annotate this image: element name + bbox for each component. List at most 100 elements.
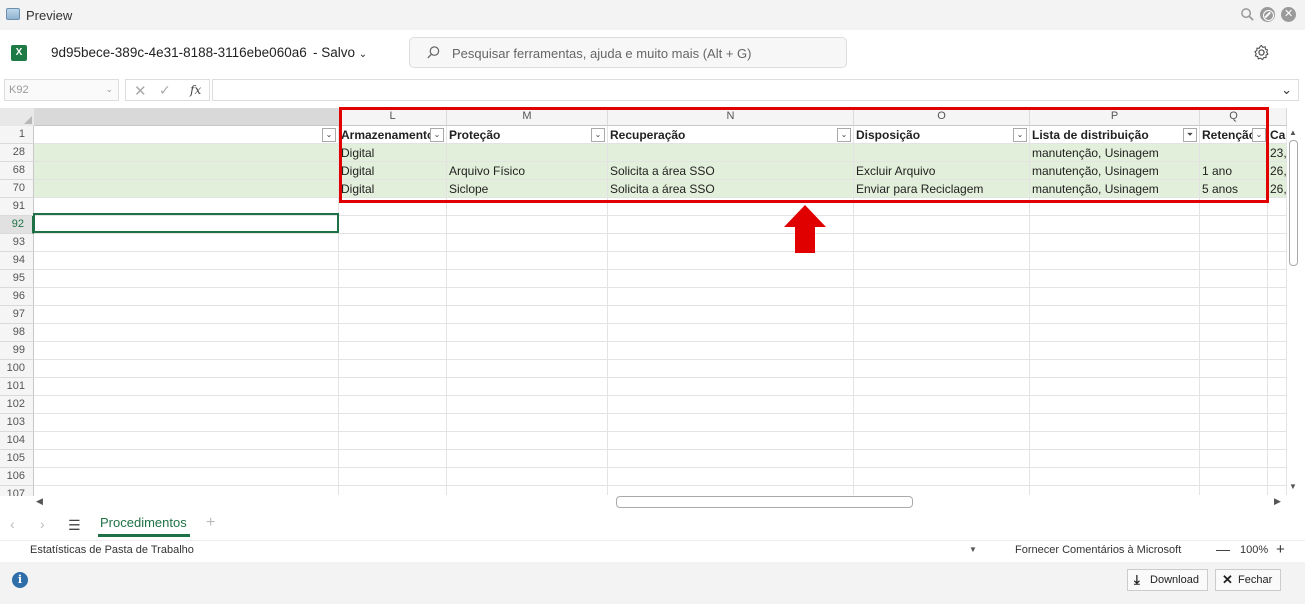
download-button[interactable]: ⤓ Download [1127, 569, 1208, 591]
table-cell[interactable] [1200, 252, 1268, 270]
feedback-link[interactable]: Fornecer Comentários à Microsoft [1015, 544, 1181, 556]
row-header[interactable]: 104 [0, 432, 34, 450]
table-cell[interactable] [447, 234, 608, 252]
prev-sheet-chevron-icon[interactable]: ‹ [10, 516, 15, 532]
table-cell[interactable] [854, 432, 1030, 450]
row-header[interactable]: 106 [0, 468, 34, 486]
add-sheet-plus-icon[interactable]: + [206, 514, 215, 532]
table-cell[interactable] [1030, 234, 1200, 252]
table-cell[interactable] [447, 342, 608, 360]
table-cell[interactable] [1200, 216, 1268, 234]
table-cell[interactable] [1030, 288, 1200, 306]
table-cell[interactable] [447, 414, 608, 432]
window-block-icon[interactable] [1260, 7, 1275, 22]
row-header[interactable]: 105 [0, 450, 34, 468]
table-cell[interactable] [1200, 306, 1268, 324]
table-cell[interactable] [854, 378, 1030, 396]
row-header[interactable]: 95 [0, 270, 34, 288]
column-header-hidden[interactable] [34, 108, 339, 126]
table-cell[interactable] [1268, 270, 1287, 288]
zoom-out-icon[interactable]: — [1216, 541, 1230, 557]
table-cell[interactable] [447, 306, 608, 324]
next-sheet-chevron-icon[interactable]: › [40, 516, 45, 532]
row-header[interactable]: 68 [0, 162, 34, 180]
table-cell[interactable] [608, 378, 854, 396]
scroll-right-icon[interactable]: ▶ [1274, 496, 1281, 507]
function-icon[interactable]: fx [190, 83, 201, 97]
table-cell[interactable] [339, 234, 447, 252]
table-cell[interactable] [1030, 252, 1200, 270]
table-cell[interactable] [1268, 378, 1287, 396]
table-cell[interactable] [339, 252, 447, 270]
table-cell[interactable] [608, 324, 854, 342]
close-button[interactable]: ✕ Fechar [1215, 569, 1281, 591]
table-cell[interactable] [34, 414, 339, 432]
table-header-cell[interactable] [34, 126, 339, 144]
table-cell[interactable] [339, 450, 447, 468]
table-cell[interactable] [854, 342, 1030, 360]
table-cell[interactable] [34, 270, 339, 288]
row-header[interactable]: 100 [0, 360, 34, 378]
table-cell[interactable] [1030, 396, 1200, 414]
table-cell[interactable]: 26, [1268, 180, 1287, 198]
table-cell[interactable] [1268, 306, 1287, 324]
table-cell[interactable] [34, 144, 339, 162]
table-cell[interactable] [608, 270, 854, 288]
table-cell[interactable] [447, 252, 608, 270]
table-cell[interactable] [447, 468, 608, 486]
table-cell[interactable] [854, 252, 1030, 270]
table-cell[interactable] [1030, 306, 1200, 324]
row-header[interactable]: 96 [0, 288, 34, 306]
vertical-scrollbar[interactable]: ▲ ▼ [1287, 126, 1301, 496]
table-cell[interactable] [1200, 432, 1268, 450]
table-cell[interactable] [1268, 432, 1287, 450]
window-close-icon[interactable]: ✕ [1281, 7, 1296, 22]
table-cell[interactable] [1200, 414, 1268, 432]
table-cell[interactable] [1200, 270, 1268, 288]
gear-icon[interactable] [1253, 44, 1270, 61]
row-header[interactable]: 107 [0, 486, 34, 496]
row-header[interactable]: 102 [0, 396, 34, 414]
table-cell[interactable] [339, 468, 447, 486]
select-all-corner[interactable] [0, 108, 34, 126]
table-cell[interactable] [339, 432, 447, 450]
table-cell[interactable] [1268, 234, 1287, 252]
horizontal-scrollbar[interactable]: ◀ ▶ [34, 495, 1287, 509]
formula-input[interactable]: ⌄ [212, 79, 1299, 101]
filter-dropdown-icon[interactable]: ⌄ [322, 128, 336, 142]
table-cell[interactable] [1030, 324, 1200, 342]
table-cell[interactable] [339, 360, 447, 378]
table-cell[interactable] [1200, 324, 1268, 342]
row-header[interactable]: 28 [0, 144, 34, 162]
table-cell[interactable] [1268, 288, 1287, 306]
table-cell[interactable] [854, 414, 1030, 432]
table-cell[interactable] [1268, 324, 1287, 342]
row-header[interactable]: 101 [0, 378, 34, 396]
table-cell[interactable] [1200, 342, 1268, 360]
table-cell[interactable] [854, 216, 1030, 234]
scrollbar-thumb[interactable] [616, 496, 913, 508]
save-state-dropdown[interactable]: - Salvo ⌄ [313, 45, 367, 60]
table-cell[interactable] [447, 288, 608, 306]
table-cell[interactable] [854, 234, 1030, 252]
row-header[interactable]: 99 [0, 342, 34, 360]
check-icon[interactable]: ✓ [159, 82, 171, 99]
row-header[interactable]: 97 [0, 306, 34, 324]
workbook-statistics-link[interactable]: Estatísticas de Pasta de Trabalho [30, 544, 194, 556]
table-cell[interactable] [1268, 216, 1287, 234]
table-cell[interactable] [447, 396, 608, 414]
table-cell[interactable]: 23, [1268, 144, 1287, 162]
table-cell[interactable] [1030, 450, 1200, 468]
search-input[interactable]: Pesquisar ferramentas, ajuda e muito mai… [409, 37, 847, 68]
chevron-down-icon[interactable]: ▼ [969, 545, 977, 554]
table-cell[interactable]: 26, [1268, 162, 1287, 180]
table-cell[interactable] [608, 450, 854, 468]
row-header[interactable]: 70 [0, 180, 34, 198]
table-cell[interactable] [854, 324, 1030, 342]
table-cell[interactable] [34, 342, 339, 360]
table-cell[interactable] [854, 450, 1030, 468]
scrollbar-thumb[interactable] [1289, 140, 1298, 266]
table-cell[interactable] [34, 162, 339, 180]
table-cell[interactable] [1268, 468, 1287, 486]
table-header-cell[interactable]: Ca [1268, 126, 1287, 144]
